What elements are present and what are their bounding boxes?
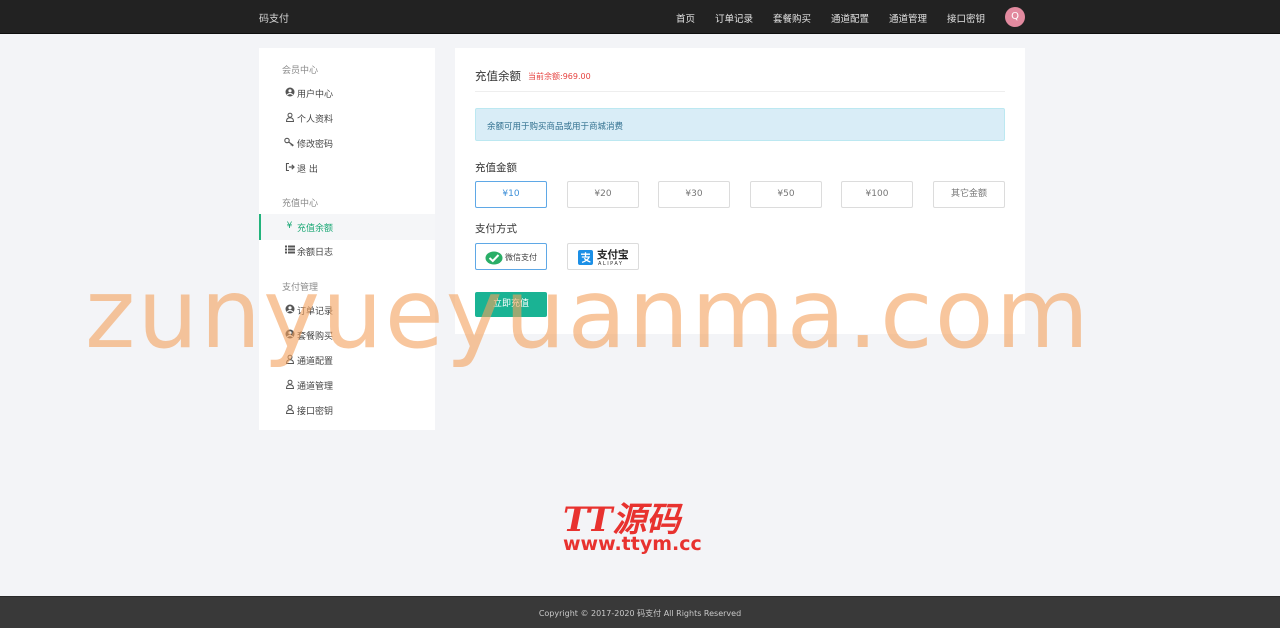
- sidebar-group-payment: 支付管理: [282, 283, 319, 293]
- pay-option-label: 微信支付: [505, 253, 537, 262]
- avatar[interactable]: Q: [1005, 7, 1025, 27]
- sidebar-item-profile[interactable]: 个人资料: [259, 106, 435, 130]
- sidebar-item-logout[interactable]: 退 出: [259, 156, 435, 180]
- amount-option-other[interactable]: 其它金额: [933, 181, 1005, 208]
- sidebar-item-label: 退 出: [297, 165, 318, 175]
- user-circle-icon: [284, 304, 295, 315]
- sidebar-item-label: 订单记录: [297, 307, 334, 317]
- sidebar-item-user-center[interactable]: 用户中心: [259, 81, 435, 105]
- sidebar-item-label: 修改密码: [297, 140, 334, 150]
- amount-option-100[interactable]: ¥100: [841, 181, 913, 208]
- sidebar-item-label: 用户中心: [297, 90, 334, 100]
- payment-section-label: 支付方式: [475, 223, 517, 235]
- pay-option-wechat[interactable]: 微信支付: [475, 243, 547, 270]
- sidebar-item-label: 接口密钥: [297, 407, 334, 417]
- sidebar-item-label: 余额日志: [297, 248, 334, 258]
- nav-package-purchase[interactable]: 套餐购买: [773, 11, 811, 25]
- page-title: 充值余额: [475, 69, 521, 83]
- nav-channel-manage[interactable]: 通道管理: [889, 11, 927, 25]
- info-alert: 余额可用于购买商品或用于商城消费: [475, 108, 1005, 141]
- wechat-icon: [485, 250, 503, 269]
- footer: Copyright © 2017-2020 码支付 All Rights Res…: [0, 596, 1280, 628]
- pay-option-sublabel: ALIPAY: [598, 261, 624, 267]
- user-outline-icon: [284, 379, 295, 390]
- pay-option-alipay[interactable]: 支付宝 ALIPAY: [567, 243, 639, 270]
- yen-icon: ¥: [286, 221, 293, 231]
- sidebar-item-recharge-balance[interactable]: ¥ 充值余额: [259, 214, 435, 240]
- list-icon: [284, 245, 295, 256]
- sidebar-item-label: 套餐购买: [297, 332, 334, 342]
- sidebar-item-order-records[interactable]: 订单记录: [259, 298, 435, 322]
- sidebar-item-label: 个人资料: [297, 115, 334, 125]
- copyright-text: Copyright © 2017-2020 码支付 All Rights Res…: [538, 609, 742, 618]
- sidebar-item-label: 通道配置: [297, 357, 334, 367]
- info-alert-text: 余额可用于购买商品或用于商城消费: [487, 122, 624, 132]
- top-nav: 首页 订单记录 套餐购买 通道配置 通道管理 接口密钥: [0, 11, 1280, 25]
- key-icon: [284, 137, 295, 148]
- sidebar-item-channel-config[interactable]: 通道配置: [259, 348, 435, 372]
- user-outline-icon: [284, 404, 295, 415]
- alipay-icon: [578, 250, 593, 269]
- sidebar-group-recharge: 充值中心: [282, 199, 319, 209]
- sidebar-item-change-password[interactable]: 修改密码: [259, 131, 435, 155]
- amount-option-50[interactable]: ¥50: [750, 181, 822, 208]
- nav-order-records[interactable]: 订单记录: [715, 11, 753, 25]
- watermark-url: www.ttym.cc: [563, 533, 702, 555]
- amount-section-label: 充值金额: [475, 162, 517, 174]
- current-balance: 当前余额:969.00: [528, 72, 591, 81]
- sidebar: 会员中心 用户中心 个人资料 修改密码 退 出 充值中心 ¥ 充值余额 余额日志…: [259, 48, 435, 430]
- sidebar-item-label: 充值余额: [297, 224, 334, 234]
- nav-api-key[interactable]: 接口密钥: [947, 11, 985, 25]
- user-outline-icon: [284, 354, 295, 365]
- amount-option-10[interactable]: ¥10: [475, 181, 547, 208]
- sidebar-group-member: 会员中心: [282, 66, 319, 76]
- title-divider: [475, 91, 1005, 92]
- sidebar-item-package-purchase[interactable]: 套餐购买: [259, 323, 435, 347]
- recharge-submit-button[interactable]: 立即充值: [475, 292, 547, 317]
- user-outline-icon: [284, 112, 295, 123]
- user-circle-icon: [284, 87, 295, 98]
- amount-option-20[interactable]: ¥20: [567, 181, 639, 208]
- top-navbar: 码支付 首页 订单记录 套餐购买 通道配置 通道管理 接口密钥 Q: [0, 0, 1280, 34]
- sidebar-item-channel-manage[interactable]: 通道管理: [259, 373, 435, 397]
- user-circle-icon: [284, 329, 295, 340]
- sign-out-icon: [284, 162, 295, 173]
- pay-option-label: 支付宝: [597, 249, 629, 261]
- nav-home[interactable]: 首页: [676, 11, 695, 25]
- sidebar-item-label: 通道管理: [297, 382, 334, 392]
- nav-channel-config[interactable]: 通道配置: [831, 11, 869, 25]
- sidebar-item-balance-log[interactable]: 余额日志: [259, 239, 435, 263]
- amount-option-30[interactable]: ¥30: [658, 181, 730, 208]
- recharge-panel: 充值余额 当前余额:969.00 余额可用于购买商品或用于商城消费 充值金额 ¥…: [455, 48, 1025, 334]
- sidebar-item-api-key[interactable]: 接口密钥: [259, 398, 435, 422]
